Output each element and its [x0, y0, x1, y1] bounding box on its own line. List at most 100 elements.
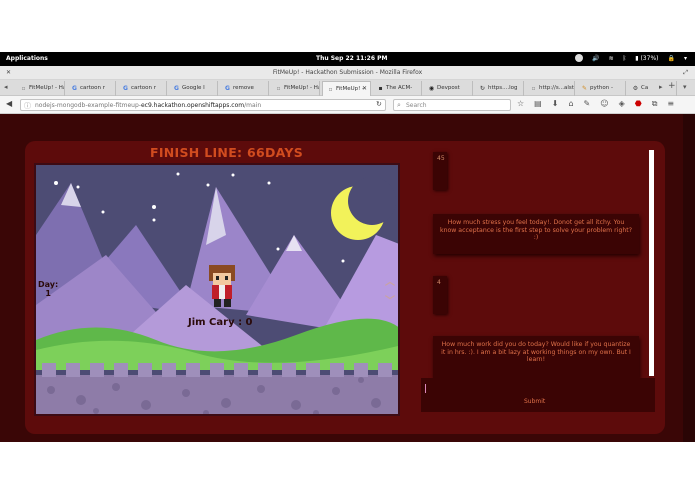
day-value: 1 — [45, 289, 51, 298]
tab[interactable]: ↻ https....log — [475, 81, 524, 96]
power-menu-icon[interactable]: ▾ — [684, 55, 687, 62]
system-tray: 🔊 ≋ ᛒ ▮ (37%) 🔒 ▾ — [575, 54, 687, 62]
tab[interactable]: ▫http://s...alstats — [526, 81, 575, 96]
work-question-card: How much work did you do today? Would li… — [433, 336, 639, 378]
url-prefix: nodejs-mongodb-example-fitmeup- — [35, 102, 141, 109]
stress-question: How much stress you feel today!. Donot g… — [439, 219, 632, 241]
tab-label: cartoon r — [80, 85, 106, 91]
reload-icon[interactable]: ↻ — [376, 100, 382, 108]
battery-indicator[interactable]: ▮ (37%) — [635, 55, 658, 62]
screen: Applications Thu Sep 22 11:26 PM 🔊 ≋ ᛒ ▮… — [0, 0, 695, 494]
stress-question-card: How much stress you feel today!. Donot g… — [433, 214, 639, 254]
work-value-box[interactable]: 4 — [433, 276, 447, 314]
chevron-down-icon[interactable]: ﹀ — [385, 292, 395, 307]
reading-list-icon[interactable]: ▤ — [534, 99, 542, 109]
url-host: ec9.hackathon.openshiftapps.com — [140, 102, 245, 109]
window-titlebar: ✕ FitMeUp! - Hackathon Submission - Mozi… — [0, 66, 695, 80]
tab-label: The ACM- — [386, 85, 413, 91]
acm-icon: ▪ — [378, 85, 383, 92]
site-info-icon[interactable]: ⓘ — [24, 101, 31, 110]
tab-label: https....log — [488, 85, 518, 91]
applications-menu[interactable]: Applications — [6, 55, 48, 62]
devpost-icon: ◉ — [428, 85, 435, 92]
stress-value-box[interactable]: 45 — [433, 152, 447, 190]
tab-label: cartoon r — [131, 85, 157, 91]
url-path: /main — [244, 102, 262, 109]
gear-icon: ⚙ — [632, 85, 639, 92]
tab[interactable]: ▫ FitMeUp! - ✕ — [322, 81, 371, 96]
game-scene — [36, 165, 398, 414]
work-value: 4 — [437, 279, 441, 286]
search-placeholder: Search — [406, 102, 427, 109]
text-cursor — [425, 384, 426, 393]
back-icon[interactable]: ◀ — [6, 99, 12, 108]
chevron-up-icon[interactable]: ︿ — [385, 273, 395, 288]
search-bar[interactable]: ⌕ Search — [393, 99, 511, 111]
finish-line-heading: FINISH LINE: 66DAYS — [150, 145, 304, 160]
tab[interactable]: ✎ python - — [577, 81, 626, 96]
bluetooth-icon[interactable]: ᛒ — [623, 55, 627, 62]
tab-label: FitMeUp! - Ha — [284, 85, 320, 91]
wifi-icon[interactable]: ≋ — [609, 55, 614, 62]
adblock-icon[interactable]: ⬣ — [635, 99, 642, 109]
tab[interactable]: ▫ FitMeUp! - Ha — [16, 81, 65, 96]
tab[interactable]: G Google I — [169, 81, 218, 96]
download-icon[interactable]: ⬇ — [552, 99, 559, 109]
day-counter: Day: 1 — [38, 280, 58, 298]
answer-input[interactable] — [421, 378, 655, 412]
tab-label: Ca — [641, 85, 649, 91]
toolbar-icons: ☆ ▤ ⬇ ⌂ ✎ ☺ ◈ ⬣ ⧉ ≡ — [517, 99, 674, 109]
home-icon[interactable]: ⌂ — [568, 99, 573, 109]
tab-list-icon[interactable]: ▾ — [683, 83, 687, 91]
screenshot-icon[interactable]: ⧉ — [652, 99, 658, 109]
tab-close-icon[interactable]: ✕ — [362, 85, 367, 92]
system-clock[interactable]: Thu Sep 22 11:26 PM — [316, 55, 388, 62]
extension-icon[interactable]: ✎ — [584, 99, 591, 109]
day-label: Day: — [38, 280, 59, 289]
new-tab-icon[interactable]: + — [668, 81, 676, 91]
window-maximize-icon[interactable]: ⤢ — [683, 66, 688, 80]
url-bar[interactable]: ⓘ nodejs-mongodb-example-fitmeup-ec9.hac… — [20, 99, 386, 111]
battery-percent: (37%) — [640, 54, 659, 62]
tab[interactable]: ▫ FitMeUp! - Ha — [271, 81, 320, 96]
tab[interactable]: ▪ The ACM- — [373, 81, 422, 96]
tab-scroll-left-icon[interactable]: ◂ — [4, 83, 8, 91]
bookmark-star-icon[interactable]: ☆ — [517, 99, 524, 109]
pocket-icon[interactable]: ◈ — [619, 99, 625, 109]
pencil-icon: ✎ — [581, 85, 588, 92]
tab-scroll-right-icon[interactable]: ▸ — [659, 83, 663, 91]
menu-icon[interactable]: ≡ — [667, 99, 674, 109]
google-icon: G — [225, 85, 230, 92]
lock-icon[interactable]: 🔒 — [668, 55, 675, 62]
user-avatar-icon[interactable] — [575, 54, 584, 62]
tab-label: Google I — [182, 85, 205, 91]
navigation-toolbar: ◀ ⓘ nodejs-mongodb-example-fitmeup-ec9.h… — [0, 96, 695, 114]
google-icon: G — [72, 85, 77, 92]
google-icon: G — [123, 85, 128, 92]
google-icon: G — [174, 85, 179, 92]
search-icon: ⌕ — [397, 101, 401, 109]
page-icon: ▫ — [276, 85, 281, 92]
tab-label: python - — [590, 85, 613, 91]
page-icon: ▫ — [21, 85, 26, 92]
wall-battlements — [42, 363, 392, 377]
tab[interactable]: Gcartoon r — [118, 81, 167, 96]
work-question: How much work did you do today? Would li… — [441, 341, 631, 363]
window-close-icon[interactable]: ✕ — [6, 66, 11, 80]
stone-wall — [36, 375, 398, 414]
system-top-bar: Applications Thu Sep 22 11:26 PM 🔊 ≋ ᛒ ▮… — [0, 52, 695, 66]
tab[interactable]: ◉ Devpost — [424, 81, 473, 96]
window-title: FitMeUp! - Hackathon Submission - Mozill… — [272, 69, 423, 76]
tab-strip: ◂ ▫ FitMeUp! - Ha Gcartoon r Gcartoon r G Goo… — [0, 80, 695, 96]
submit-button[interactable]: Submit — [524, 398, 545, 405]
volume-icon[interactable]: 🔊 — [592, 55, 599, 62]
tab[interactable]: Gcartoon r — [67, 81, 116, 96]
tab[interactable]: Gremove — [220, 81, 269, 96]
page-icon: ▫ — [328, 86, 333, 93]
chat-icon[interactable]: ☺ — [600, 99, 608, 109]
scrollbar[interactable] — [649, 150, 654, 376]
tab-label: remove — [233, 85, 254, 91]
tab-label: FitMeUp! - Ha — [29, 85, 65, 91]
page-icon: ▫ — [531, 85, 536, 92]
tab-label: FitMeUp! - — [336, 86, 365, 92]
